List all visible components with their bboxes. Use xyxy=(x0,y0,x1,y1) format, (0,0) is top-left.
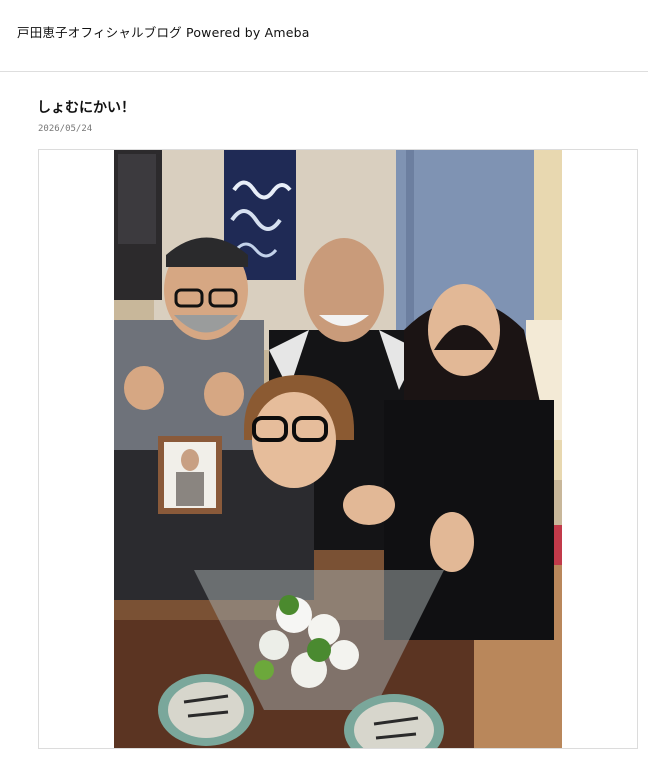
entry-date: 2026/05/24 xyxy=(38,124,93,134)
entry-title[interactable]: しょむにかい！ xyxy=(37,97,135,117)
blog-header: 戸田恵子オフィシャルブログ Powered by Ameba xyxy=(0,0,648,72)
blog-title-link[interactable]: 戸田恵子オフィシャルブログ Powered by Ameba xyxy=(17,22,310,41)
entry-photo[interactable] xyxy=(114,150,562,748)
